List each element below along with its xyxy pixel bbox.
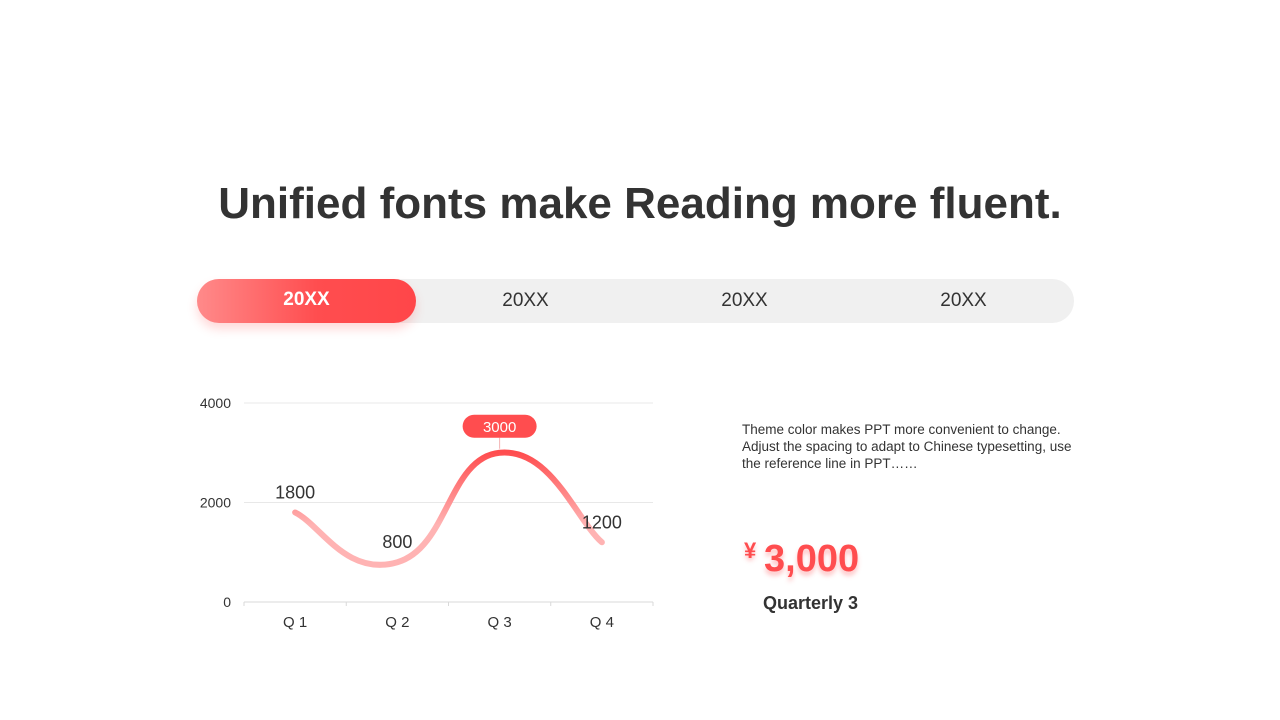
chart-svg: 0 2000 4000 Q 1 Q 2 Q 3 Q 4 1800 800 3000 1200 (200, 395, 654, 631)
series-line (292, 449, 605, 568)
data-label-0: 1800 (275, 482, 315, 502)
x-tick-label-1: Q 2 (385, 614, 409, 631)
description-line-1: Theme color makes PPT more convenient to… (742, 422, 1061, 437)
description-text: Theme color makes PPT more convenient to… (742, 421, 1082, 472)
data-point-3 (599, 539, 605, 545)
data-point-2 (497, 450, 503, 456)
tab-year-1[interactable]: 20XX (197, 279, 416, 323)
year-tab-bar: 20XX 20XX 20XX 20XX (197, 279, 1074, 323)
tab-year-3[interactable]: 20XX (635, 279, 854, 323)
currency-symbol: ¥ (744, 538, 757, 563)
tab-year-4[interactable]: 20XX (854, 279, 1073, 323)
y-tick-label-2: 4000 (200, 395, 231, 411)
tab-year-2[interactable]: 20XX (416, 279, 635, 323)
x-tick-label-2: Q 3 (488, 614, 512, 631)
stat-label: Quarterly 3 (763, 593, 859, 613)
x-tick-label-3: Q 4 (590, 614, 614, 631)
data-point-0 (292, 509, 298, 515)
description-line-2: Adjust the spacing to adapt to Chinese t… (742, 439, 1072, 471)
y-tick-label-1: 2000 (200, 495, 231, 511)
y-tick-label-0: 0 (223, 594, 231, 610)
page-title: Unified fonts make Reading more fluent. (218, 179, 1062, 228)
data-label-2: 3000 (483, 419, 516, 436)
x-tick-label-0: Q 1 (283, 614, 307, 631)
quarterly-line-chart: 0 2000 4000 Q 1 Q 2 Q 3 Q 4 1800 800 3000 1200 (180, 385, 670, 645)
data-point-1 (394, 559, 400, 565)
data-label-1: 800 (382, 532, 412, 552)
stat-amount: 3,000 (764, 538, 860, 580)
data-label-3: 1200 (582, 512, 622, 532)
